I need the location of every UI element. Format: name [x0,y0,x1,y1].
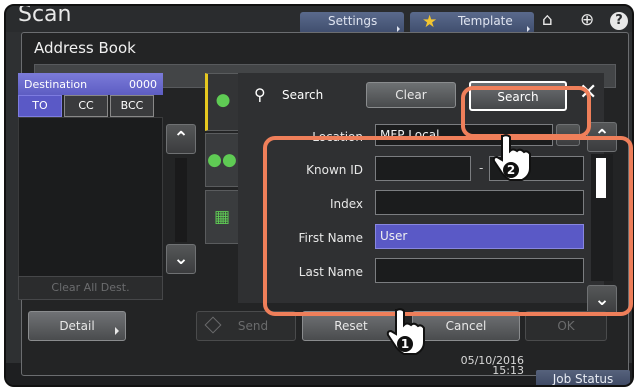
star-icon: ★ [422,12,438,32]
job-status-button[interactable]: Job Status [536,370,630,385]
template-button[interactable]: ★ Template [410,12,534,34]
time-text: 15:13 [492,364,524,377]
clear-all-destinations-button[interactable]: Clear All Dest. [18,276,163,300]
template-label: Template [458,14,513,28]
destination-list[interactable] [18,117,163,277]
app-title: Scan [18,4,72,27]
chevron-down-icon: ⌄ [173,248,189,269]
step-1-number: 1 [401,337,409,351]
settings-button[interactable]: Settings [300,12,404,34]
help-icon[interactable]: ? [610,12,628,30]
settings-label: Settings [328,14,378,28]
destination-scroll-track[interactable] [175,158,187,242]
keypad-icon: ▦ [213,207,231,227]
send-icon [204,316,222,334]
tab-single-contact[interactable]: ● [205,73,239,131]
clear-button[interactable]: Clear [366,82,456,108]
destination-count: 0000 [129,78,157,91]
home-icon[interactable]: ⌂ [542,10,553,30]
detail-label: Detail [59,319,95,333]
detail-button[interactable]: Detail [28,311,126,341]
destination-scroll-up-button[interactable]: ⌃ [166,124,196,154]
dialog-title: Address Book [34,39,136,57]
menu-triangle-icon [115,327,119,335]
destination-scroll-down-button[interactable]: ⌄ [166,244,196,274]
date-time-display: 05/10/2016 15:13 [450,355,524,377]
fields-highlight [263,136,633,316]
tab-bcc[interactable]: BCC [110,95,154,117]
send-label: Send [237,319,269,333]
search-button-highlight [461,86,591,138]
hand-pointer-icon: 2 [492,134,531,181]
destination-header: Destination 0000 [18,73,163,95]
person-icon: ● [215,90,231,110]
destination-label: Destination [24,78,88,91]
globe-icon[interactable]: ⊕ [580,10,594,30]
tab-direct-entry[interactable]: ▦ [205,190,239,244]
tab-to[interactable]: TO [18,95,62,117]
search-panel-label: Search [282,88,324,102]
hand-pointer-step-1: 1 [383,308,427,356]
app-header: Scan Settings ★ Template ⌂ ⊕ ? [6,4,632,34]
search-icon: ⚲ [254,85,266,104]
step-2-number: 2 [507,163,515,177]
chevron-up-icon: ⌃ [173,128,189,149]
tab-groups[interactable]: ●● [205,133,239,187]
hand-pointer-step-2: 2 [489,134,533,182]
destination-tabs: TO CC BCC [18,95,163,117]
hand-pointer-icon: 1 [386,308,425,355]
group-icon: ●● [207,150,237,170]
tab-cc[interactable]: CC [64,95,108,117]
